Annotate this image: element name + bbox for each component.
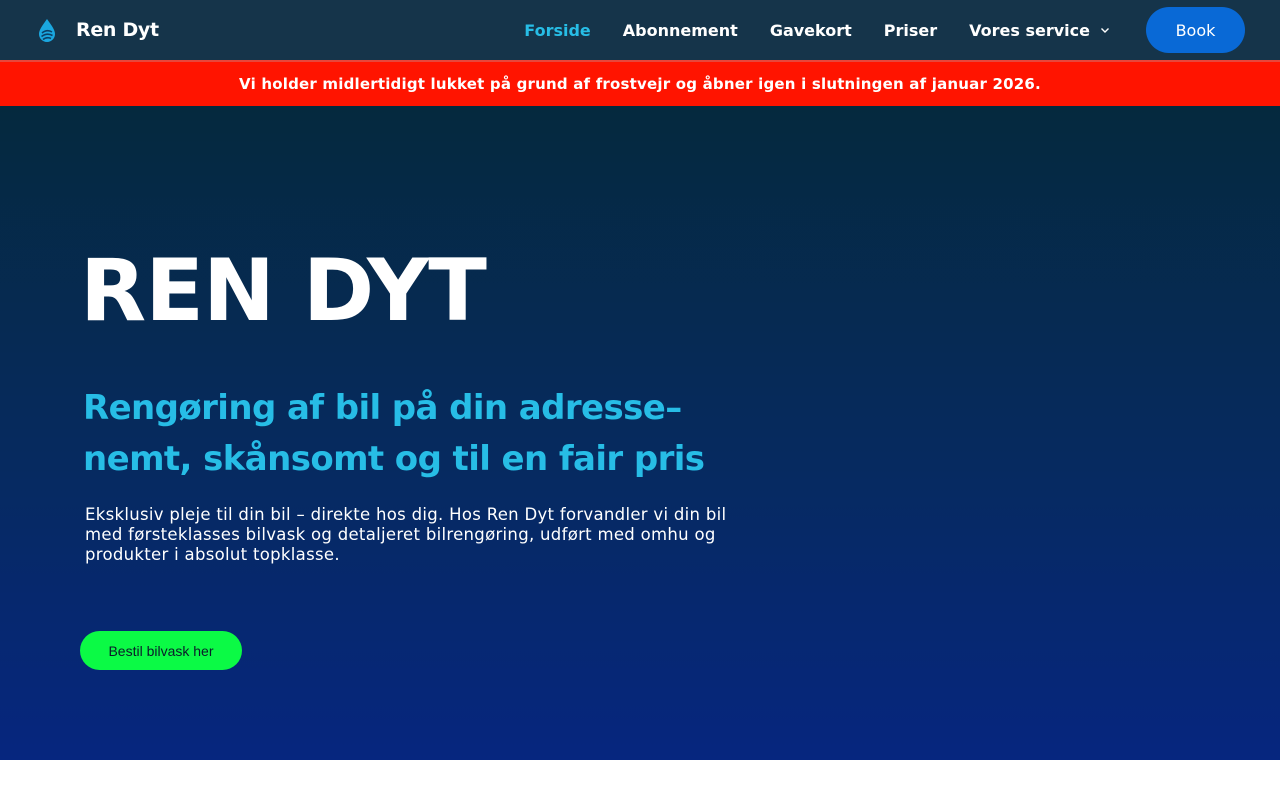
nav-item-forside[interactable]: Forside bbox=[524, 21, 590, 40]
hero-section: REN DYT Rengøring af bil på din adresse–… bbox=[0, 106, 1280, 760]
nav-item-label: Vores service bbox=[969, 20, 1090, 40]
brand-name: Ren Dyt bbox=[76, 19, 159, 41]
water-drop-icon bbox=[39, 19, 55, 42]
brand-home-link[interactable]: Ren Dyt bbox=[36, 18, 159, 42]
top-navbar: Ren Dyt Forside Abonnement Gavekort Pris… bbox=[0, 0, 1280, 60]
nav-item-vores-service[interactable]: Vores service bbox=[969, 21, 1110, 40]
order-car-wash-button[interactable]: Bestil bilvask her bbox=[80, 631, 242, 670]
chevron-down-icon bbox=[1101, 28, 1109, 33]
nav-item-priser[interactable]: Priser bbox=[884, 21, 937, 40]
book-button[interactable]: Book bbox=[1146, 7, 1245, 53]
main-navigation: Forside Abonnement Gavekort Priser Vores… bbox=[524, 0, 1245, 60]
nav-item-gavekort[interactable]: Gavekort bbox=[770, 21, 852, 40]
hero-description: Eksklusiv pleje til din bil – direkte ho… bbox=[85, 505, 727, 564]
hero-title: REN DYT bbox=[80, 241, 487, 341]
closure-notice-banner: Vi holder midlertidigt lukket på grund a… bbox=[0, 60, 1280, 106]
notice-text: Vi holder midlertidigt lukket på grund a… bbox=[239, 75, 1041, 93]
hero-subtitle: Rengøring af bil på din adresse– nemt, s… bbox=[83, 388, 705, 479]
nav-item-abonnement[interactable]: Abonnement bbox=[623, 21, 738, 40]
